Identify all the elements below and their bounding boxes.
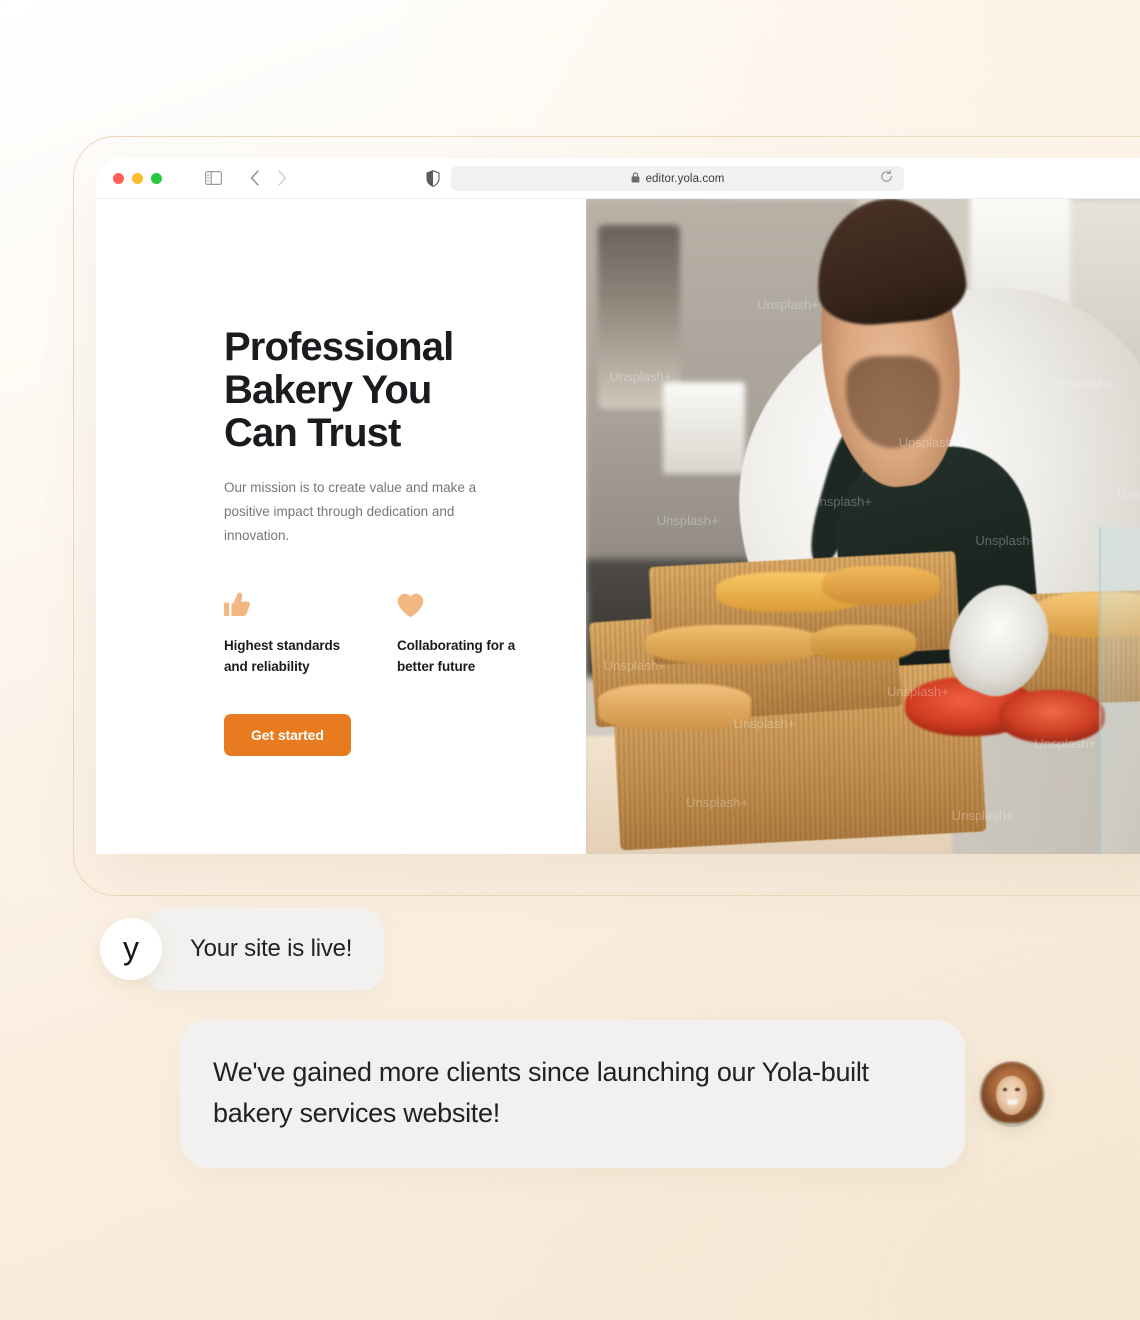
hero-subtext: Our mission is to create value and make … [224,480,477,544]
photo-bottles [597,225,681,409]
hero-heading: Professional Bakery You Can Trust [224,325,454,455]
chat-bubble-text: We've gained more clients since launchin… [213,1057,869,1129]
address-bar[interactable]: editor.yola.com [451,166,904,191]
feature-item: Highest standards and reliability [224,590,364,678]
browser-window: editor.yola.com Professional Bakery You … [96,158,1140,854]
window-traffic-lights [113,172,162,184]
thumbs-up-icon [224,590,364,618]
minimize-window-button[interactable] [132,172,143,184]
chevron-right-icon[interactable] [277,170,287,186]
chat-bubble-text: Your site is live! [190,935,353,962]
url-text: editor.yola.com [645,172,725,185]
photo-pastry [645,624,822,665]
photo-plates [662,382,746,475]
user-avatar [979,1061,1045,1128]
photo-glass-display [1099,526,1140,854]
website-page-content: Professional Bakery You Can Trust Our mi… [96,199,1140,854]
yola-logo-avatar: y [100,918,162,981]
heart-icon [397,590,537,618]
get-started-button[interactable]: Get started [224,714,351,757]
chat-message-row: y Your site is live! [100,908,385,991]
lock-icon [631,170,640,188]
reload-icon[interactable] [880,169,893,188]
chevron-left-icon[interactable] [250,170,260,186]
browser-toolbar: editor.yola.com [96,158,1140,199]
feature-label: Collaborating for a better future [397,638,516,675]
chat-bubble-testimonial: We've gained more clients since launchin… [180,1020,965,1169]
shield-icon[interactable] [426,169,440,187]
feature-label: Highest standards and reliability [224,638,341,675]
close-window-button[interactable] [113,172,124,184]
feature-item: Collaborating for a better future [397,590,537,678]
yola-logo-letter: y [123,929,139,966]
hero-text-column: Professional Bakery You Can Trust Our mi… [96,199,586,854]
avatar-smile [1007,1099,1018,1105]
sidebar-toggle-icon[interactable] [205,171,222,185]
photo-pastry [810,624,917,661]
hero-feature-list: Highest standards and reliability Collab… [224,590,586,678]
photo-pastry [822,565,940,606]
photo-pastry-tomato [999,690,1106,743]
testimonial-chat-area: y Your site is live! We've gained more c… [0,898,1140,1198]
photo-pastry [597,683,752,730]
chat-bubble-site-live: Your site is live! [144,908,385,991]
chat-message-row: We've gained more clients since launchin… [180,1020,1045,1169]
hero-photo: Unsplash+ Unsplash+ Unsplash+ Unsplash+ … [586,199,1140,854]
maximize-window-button[interactable] [151,172,162,184]
